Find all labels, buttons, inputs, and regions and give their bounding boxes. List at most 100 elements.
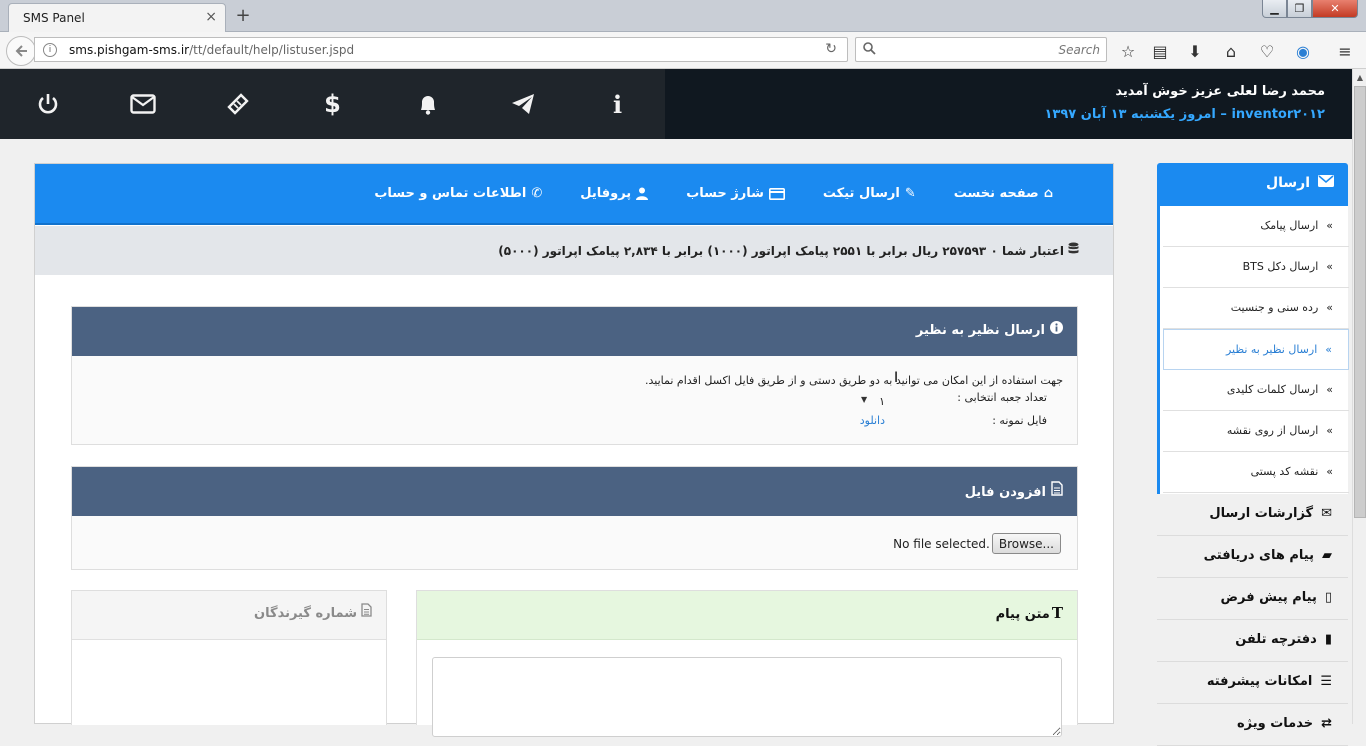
double-chevron-icon: » <box>1326 383 1333 396</box>
file-input: Browse... No file selected. <box>893 533 1061 554</box>
recipients-header: شماره گیرندگان <box>72 591 386 640</box>
home-icon: ⌂ <box>1043 186 1053 201</box>
menu-icon[interactable]: ≡ <box>1334 40 1356 62</box>
peer-to-peer-title: ارسال نظیر به نظیر <box>915 323 1045 338</box>
info-circle-icon <box>1050 321 1063 334</box>
bell-icon[interactable] <box>380 69 475 139</box>
window-maximize-button[interactable]: ❐ <box>1287 0 1312 18</box>
sidebar-send-label: ارسال <box>1265 175 1310 191</box>
reading-list-icon[interactable]: ▤ <box>1149 40 1171 62</box>
sidebar-send-header[interactable]: ارسال <box>1157 163 1348 206</box>
sidebar-item-send-bts[interactable]: »ارسال دکل BTS <box>1163 247 1349 288</box>
window-minimize-button[interactable]: ▁ <box>1262 0 1287 18</box>
sidebar-item-default-message[interactable]: ▯پیام پیش فرض <box>1157 578 1348 620</box>
text-height-icon: T <box>1051 604 1063 622</box>
add-file-panel: افزودن فایل Browse... No file selected. <box>71 466 1078 570</box>
message-text-header: Tمتن پیام <box>417 591 1077 640</box>
message-textarea[interactable] <box>432 657 1062 737</box>
sidebar-item-inbox[interactable]: ▰پیام های دریافتی <box>1157 536 1348 578</box>
home-icon[interactable]: ⌂ <box>1220 40 1242 62</box>
double-chevron-icon: » <box>1326 424 1333 437</box>
download-link[interactable]: دانلود <box>860 414 885 427</box>
sidebar-item-postal-map[interactable]: »نقشه کد پستی <box>1163 452 1349 493</box>
arrow-left-icon <box>15 45 27 57</box>
sidebar: ارسال »ارسال پیامک »ارسال دکل BTS »رده س… <box>1157 163 1349 746</box>
message-text-title: متن پیام <box>995 607 1050 622</box>
ticket-icon[interactable] <box>190 69 285 139</box>
chevron-down-icon: ▼ <box>861 395 868 404</box>
paper-plane-icon[interactable] <box>475 69 570 139</box>
nav-contact-info[interactable]: ✆ اطلاعات تماس و حساب <box>374 186 542 201</box>
browse-button[interactable]: Browse... <box>991 533 1061 554</box>
sidebar-item-advanced[interactable]: ☰امکانات پیشرفته <box>1157 662 1348 704</box>
extension-icon[interactable]: ◉ <box>1292 40 1314 62</box>
browser-nav-bar: i sms.pishgam-sms.ir/tt/default/help/lis… <box>0 32 1366 69</box>
sidebar-item-keywords[interactable]: »ارسال کلمات کلیدی <box>1163 370 1349 411</box>
sidebar-item-peer-to-peer[interactable]: »ارسال نظیر به نظیر <box>1163 329 1349 370</box>
back-button[interactable] <box>6 36 36 66</box>
power-icon[interactable] <box>0 69 95 139</box>
info-icon[interactable]: i <box>570 69 665 139</box>
inbox-icon: ▰ <box>1322 548 1332 563</box>
url-path: /tt/default/help/listuser.jspd <box>189 43 355 57</box>
sidebar-item-reports[interactable]: ✉گزارشات ارسال <box>1157 494 1348 536</box>
credit-card-icon <box>768 187 785 200</box>
database-icon <box>1068 242 1079 255</box>
envelope-outline-icon: ✉ <box>1321 506 1332 521</box>
sidebar-item-phonebook[interactable]: ▮دفترچه تلفن <box>1157 620 1348 662</box>
scroll-thumb[interactable] <box>1354 86 1366 518</box>
dollar-icon[interactable]: $ <box>285 69 380 139</box>
user-icon <box>636 187 649 200</box>
message-text-panel: Tمتن پیام <box>416 590 1078 737</box>
page-scrollbar[interactable]: ▲ <box>1352 69 1366 724</box>
recipients-panel: شماره گیرندگان <box>71 590 387 725</box>
list-icon: ☰ <box>1320 674 1332 689</box>
greeting-text: محمد رضا لعلی عزیز خوش آمدید <box>1115 84 1325 99</box>
sidebar-item-age-gender[interactable]: »رده سنی و جنسیت <box>1163 288 1349 329</box>
book-icon: ▮ <box>1324 632 1332 647</box>
file-icon <box>1051 481 1063 496</box>
peer-to-peer-panel: ارسال نظیر به نظیر جهت استفاده از این ام… <box>71 306 1078 445</box>
double-chevron-icon: » <box>1326 301 1333 314</box>
tab-title: SMS Panel <box>23 11 85 25</box>
nav-profile[interactable]: پروفایل <box>580 186 649 201</box>
new-tab-button[interactable]: + <box>234 5 252 26</box>
scroll-up-icon[interactable]: ▲ <box>1353 69 1366 85</box>
bookmark-star-icon[interactable]: ☆ <box>1117 40 1139 62</box>
nav-send-ticket[interactable]: ✎ ارسال تیکت <box>823 186 916 201</box>
tab-close-icon[interactable]: × <box>205 9 217 25</box>
nav-home[interactable]: ⌂ صفحه نخست <box>954 186 1053 201</box>
search-placeholder: Search <box>1058 43 1101 57</box>
date-line: inventor۲۰۱۲ – امروز یکشنبه ۱۳ آبان ۱۳۹۷ <box>1044 107 1326 122</box>
app-header: $ i محمد رضا لعلی عزیز خوش آمدید invento… <box>0 69 1352 139</box>
double-chevron-icon: » <box>1325 343 1332 356</box>
double-chevron-icon: » <box>1326 260 1333 273</box>
sidebar-item-map[interactable]: »ارسال از روی نقشه <box>1163 411 1349 452</box>
pocket-icon[interactable]: ♡ <box>1256 40 1278 62</box>
url-host: sms.pishgam-sms.ir <box>69 43 190 57</box>
download-icon[interactable]: ⬇ <box>1184 40 1206 62</box>
search-input[interactable]: Search <box>855 37 1107 62</box>
nav-charge-account[interactable]: شارژ حساب <box>686 186 785 201</box>
sidebar-send-submenu: »ارسال پیامک »ارسال دکل BTS »رده سنی و ج… <box>1157 206 1349 494</box>
box-count-label: تعداد جعبه انتخابی : <box>957 391 1047 404</box>
text-cursor-icon: I <box>894 370 899 386</box>
sidebar-item-special-services[interactable]: ⇄خدمات ویژه <box>1157 704 1348 746</box>
reload-icon[interactable]: ↻ <box>825 41 837 57</box>
box-count-select[interactable]: ۱ ▼ <box>857 393 891 412</box>
sidebar-item-send-sms[interactable]: »ارسال پیامک <box>1163 206 1349 247</box>
envelope-icon <box>1318 175 1334 187</box>
site-info-icon[interactable]: i <box>43 43 57 57</box>
url-bar[interactable]: i sms.pishgam-sms.ir/tt/default/help/lis… <box>34 37 848 62</box>
main-panel: ⌂ صفحه نخست ✎ ارسال تیکت شارژ حساب پروفایل… <box>34 163 1114 737</box>
ticket-icon: ✎ <box>904 186 916 201</box>
file-icon <box>361 603 372 617</box>
envelope-icon[interactable] <box>95 69 190 139</box>
browser-tab[interactable]: SMS Panel × <box>8 3 226 32</box>
window-close-button[interactable]: ✕ <box>1312 0 1358 18</box>
recipients-title: شماره گیرندگان <box>254 606 357 621</box>
credit-text: اعتبار شما ۰ ۲۵۷۵۹۳ ریال برابر با ۲۵۵۱ پ… <box>498 244 1064 258</box>
add-file-title: افزودن فایل <box>964 485 1046 500</box>
browser-tab-bar: SMS Panel × + ▁ ❐ ✕ <box>0 0 1366 32</box>
phone-icon: ✆ <box>531 186 543 201</box>
